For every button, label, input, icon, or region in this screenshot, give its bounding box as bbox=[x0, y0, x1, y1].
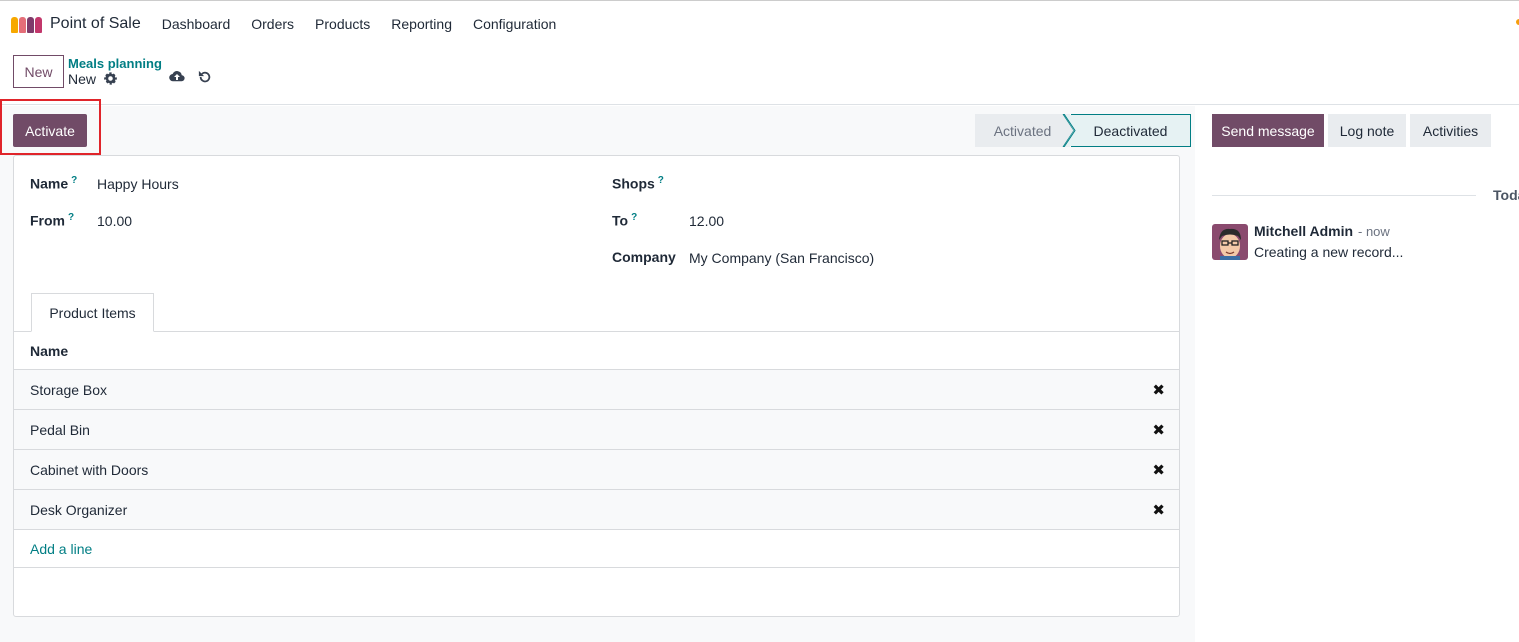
control-panel: New Meals planning New bbox=[0, 47, 1519, 105]
log-note-button[interactable]: Log note bbox=[1328, 114, 1406, 147]
form-view: Activate Activated Deactivated Name? Hap… bbox=[0, 99, 1195, 642]
menu-reporting[interactable]: Reporting bbox=[391, 16, 452, 32]
message-author[interactable]: Mitchell Admin bbox=[1254, 223, 1353, 239]
menu-products[interactable]: Products bbox=[315, 16, 370, 32]
table-row[interactable]: Desk Organizer ✖ bbox=[14, 490, 1179, 530]
name-field[interactable]: Happy Hours bbox=[97, 176, 179, 192]
new-button[interactable]: New bbox=[13, 55, 64, 88]
product-items-table: Name Storage Box ✖ Pedal Bin ✖ Cabinet w… bbox=[14, 332, 1179, 568]
column-header-name[interactable]: Name bbox=[14, 332, 1179, 370]
table-row[interactable]: Storage Box ✖ bbox=[14, 370, 1179, 410]
to-field[interactable]: 12.00 bbox=[689, 213, 724, 229]
stage-activated[interactable]: Activated bbox=[975, 114, 1070, 147]
table-row[interactable]: Pedal Bin ✖ bbox=[14, 410, 1179, 450]
activate-button[interactable]: Activate bbox=[13, 114, 87, 147]
to-label: To? bbox=[612, 212, 638, 229]
app-title[interactable]: Point of Sale bbox=[50, 15, 141, 33]
name-label: Name? bbox=[30, 175, 78, 192]
table-row[interactable]: Cabinet with Doors ✖ bbox=[14, 450, 1179, 490]
row-name[interactable]: Storage Box bbox=[30, 382, 107, 398]
send-message-button[interactable]: Send message bbox=[1212, 114, 1324, 147]
date-separator-line bbox=[1212, 195, 1476, 196]
add-line-link[interactable]: Add a line bbox=[14, 530, 1179, 568]
shops-field[interactable] bbox=[689, 176, 1159, 194]
activities-button[interactable]: Activities bbox=[1410, 114, 1491, 147]
avatar[interactable] bbox=[1212, 224, 1248, 260]
chatter-panel: Send message Log note Activities Toda Mi… bbox=[1195, 106, 1519, 642]
top-navbar: Point of Sale Dashboard Orders Products … bbox=[0, 0, 1519, 47]
date-separator-label: Toda bbox=[1493, 187, 1519, 203]
message-body: Creating a new record... bbox=[1254, 244, 1404, 260]
tab-product-items[interactable]: Product Items bbox=[31, 293, 154, 332]
stage-deactivated[interactable]: Deactivated bbox=[1071, 114, 1191, 147]
delete-row-icon[interactable]: ✖ bbox=[1152, 381, 1165, 399]
menu-configuration[interactable]: Configuration bbox=[473, 16, 556, 32]
menu-dashboard[interactable]: Dashboard bbox=[162, 16, 231, 32]
breadcrumb-parent[interactable]: Meals planning bbox=[68, 56, 162, 71]
breadcrumb-current: New bbox=[68, 71, 97, 87]
statusbar: Activated Deactivated bbox=[975, 114, 1191, 147]
company-field[interactable]: My Company (San Francisco) bbox=[689, 250, 874, 266]
message-time: - now bbox=[1358, 224, 1390, 239]
row-name[interactable]: Pedal Bin bbox=[30, 422, 90, 438]
gear-icon[interactable] bbox=[104, 72, 117, 88]
discard-undo-icon[interactable] bbox=[198, 70, 212, 87]
row-name[interactable]: Cabinet with Doors bbox=[30, 462, 148, 478]
delete-row-icon[interactable]: ✖ bbox=[1152, 421, 1165, 439]
pos-app-logo[interactable] bbox=[11, 15, 42, 33]
save-cloud-icon[interactable] bbox=[169, 70, 185, 87]
shops-label: Shops? bbox=[612, 175, 664, 192]
from-field[interactable]: 10.00 bbox=[97, 213, 132, 229]
company-label: Company bbox=[612, 249, 676, 265]
delete-row-icon[interactable]: ✖ bbox=[1152, 461, 1165, 479]
add-line-label[interactable]: Add a line bbox=[30, 541, 92, 557]
menu-orders[interactable]: Orders bbox=[251, 16, 294, 32]
row-name[interactable]: Desk Organizer bbox=[30, 502, 127, 518]
form-sheet: Name? Happy Hours From? 10.00 Shops? To?… bbox=[13, 155, 1180, 617]
stage-arrow-icon bbox=[1062, 114, 1076, 147]
from-label: From? bbox=[30, 212, 75, 229]
delete-row-icon[interactable]: ✖ bbox=[1152, 501, 1165, 519]
